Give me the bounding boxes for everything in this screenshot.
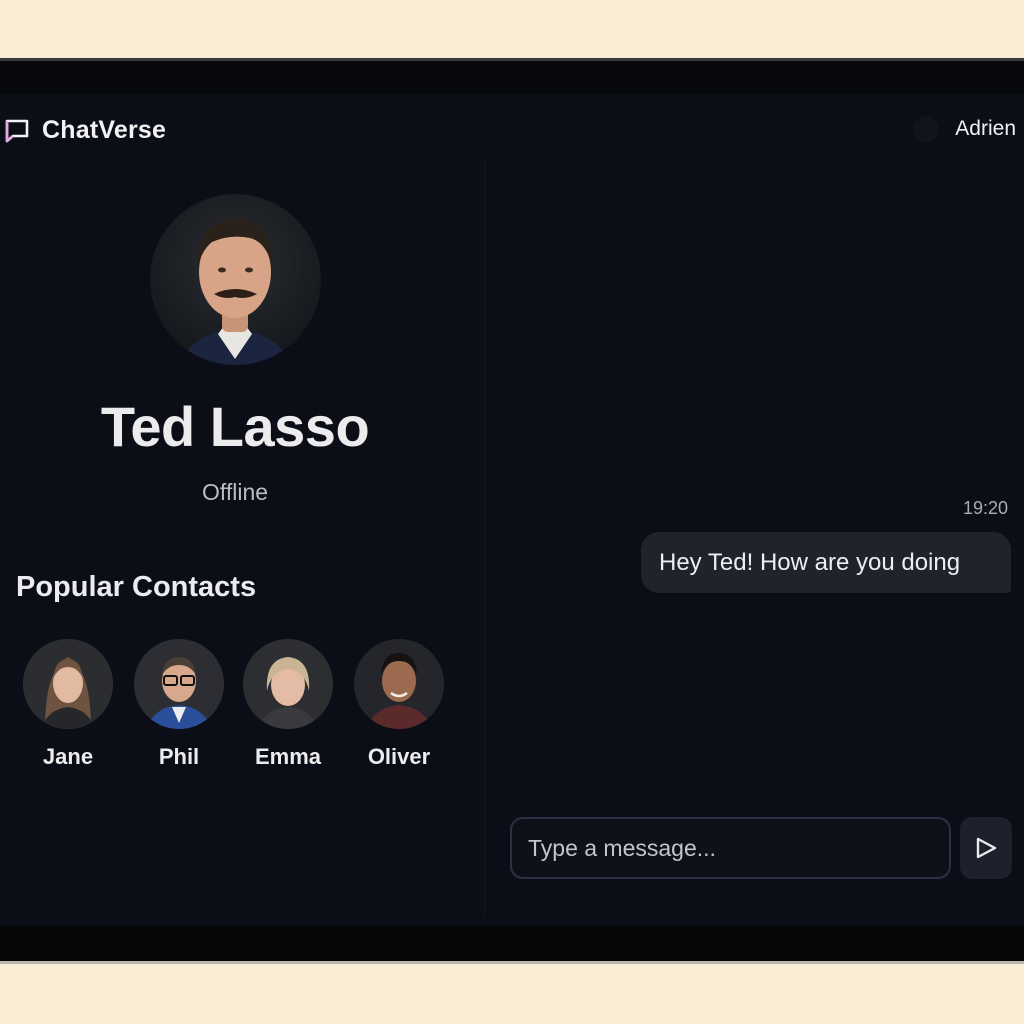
oliver-portrait-image [354,639,444,729]
app-title: ChatVerse [42,116,167,144]
contact-avatar[interactable] [23,639,113,729]
profile-name: Ted Lasso [100,395,370,458]
device-frame: ChatVerse Adrien Ted Lasso Offline Popul… [0,58,1024,964]
message-timestamp: 19:20 [962,498,1008,518]
ted-portrait-image [180,218,291,365]
phil-portrait-image [134,639,224,729]
user-avatar[interactable] [913,116,940,142]
device-bottom-bezel [0,926,1024,961]
contact-avatar[interactable] [134,639,224,729]
emma-portrait-image [243,639,333,729]
chat-bubble-icon [5,119,29,142]
profile-avatar [150,194,321,365]
send-icon [976,837,997,859]
contact-name: Emma [254,744,322,769]
app-window: ChatVerse Adrien Ted Lasso Offline Popul… [0,94,1024,929]
contact-name: Phil [158,744,200,769]
user-name: Adrien [955,117,1016,140]
jane-portrait-image [23,639,113,729]
brand[interactable]: ChatVerse [4,116,166,145]
contact-jane[interactable]: Jane [22,639,114,770]
user-menu[interactable]: Adrien [913,116,1016,142]
contact-name: Oliver [367,744,431,769]
contact-phil[interactable]: Phil [133,639,225,770]
contact-name: Jane [42,744,94,769]
profile-status: Offline [201,479,269,505]
popular-contacts-heading: Popular Contacts [16,571,257,603]
contact-avatar[interactable] [243,639,333,729]
send-button[interactable] [960,817,1012,879]
contact-emma[interactable]: Emma [242,639,334,770]
panel-divider [484,160,485,915]
contact-avatar[interactable] [354,639,444,729]
message-bubble[interactable]: Hey Ted! How are you doing [641,532,1011,593]
contact-oliver[interactable]: Oliver [353,639,445,770]
message-input[interactable] [510,817,951,879]
